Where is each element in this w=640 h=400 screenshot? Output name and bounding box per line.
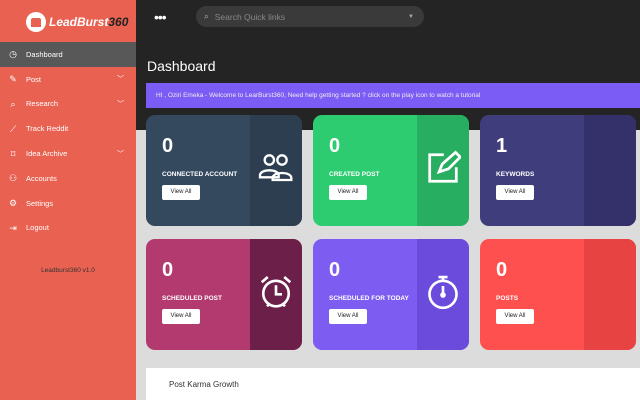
sidebar-item-logout[interactable]: ⇥ Logout	[0, 216, 136, 241]
panel-title: Post Karma Growth	[169, 380, 239, 389]
sidebar-item-research[interactable]: ⌕ Research ﹀	[0, 92, 136, 117]
page-title: Dashboard	[147, 58, 216, 74]
card-icon-area	[250, 115, 302, 226]
sidebar-item-label: Accounts	[26, 173, 57, 183]
card-value: 0	[496, 259, 508, 281]
sidebar: LeadBurst360 ◷ Dashboard ✎ Post ﹀ ⌕ Research…	[0, 0, 136, 400]
card-label: CONNECTED ACCOUNT	[162, 171, 238, 178]
search-placeholder: Search Quick links	[214, 11, 286, 22]
sidebar-item-track-reddit[interactable]: ⟋ Track Reddit	[0, 116, 136, 141]
logo-suffix: 360	[108, 15, 129, 29]
sidebar-item-dashboard[interactable]: ◷ Dashboard	[0, 42, 136, 67]
logo-icon	[26, 12, 46, 32]
view-all-button[interactable]: View All	[329, 185, 367, 200]
sidebar-item-label: Logout	[26, 223, 49, 233]
sidebar-item-accounts[interactable]: ⚇ Accounts	[0, 166, 136, 191]
view-all-button[interactable]: View All	[496, 309, 534, 324]
card-icon-area	[417, 115, 469, 226]
stat-card: 0 CONNECTED ACCOUNT View All	[146, 115, 302, 226]
sidebar-item-label: Settings	[26, 198, 54, 208]
card-label: SCHEDULED POST	[162, 295, 222, 302]
card-label: POSTS	[496, 295, 519, 302]
stat-card: 0 CREATED POST View All	[313, 115, 469, 226]
chevron-down-icon: ﹀	[117, 150, 124, 158]
card-value: 1	[496, 135, 508, 157]
card-value: 0	[329, 135, 341, 157]
sidebar-item-label: Research	[26, 99, 59, 109]
chevron-down-icon: ﹀	[117, 76, 124, 84]
search-icon: ⌕	[10, 98, 16, 109]
search-icon: ⌕	[204, 11, 209, 21]
users-icon: ⚇	[8, 173, 18, 184]
sidebar-item-settings[interactable]: ⚙ Settings	[0, 191, 136, 216]
welcome-banner: HI , Oziri Emeka - Welcome to LearBurst3…	[146, 83, 640, 108]
card-icon	[258, 274, 294, 315]
view-all-button[interactable]: View All	[329, 309, 367, 324]
card-icon	[425, 274, 461, 315]
sidebar-item-label: Track Reddit	[26, 124, 69, 134]
logo[interactable]: LeadBurst360	[26, 12, 128, 32]
card-value: 0	[329, 259, 341, 281]
card-icon-area	[250, 239, 302, 350]
view-all-button[interactable]: View All	[162, 185, 200, 200]
card-value: 0	[162, 135, 174, 157]
card-label: CREATED POST	[329, 171, 380, 178]
trend-icon: ⟋	[9, 123, 17, 134]
card-icon-area	[584, 239, 636, 350]
card-value: 0	[162, 259, 174, 281]
search-input[interactable]: ⌕ Search Quick links ▼	[196, 6, 424, 27]
view-all-button[interactable]: View All	[496, 185, 534, 200]
stat-card: 0 SCHEDULED POST View All	[146, 239, 302, 350]
post-karma-growth-panel: Post Karma Growth	[146, 368, 640, 400]
bookmark-icon: ⌑	[10, 148, 16, 159]
chevron-down-icon: ﹀	[117, 100, 124, 108]
dashboard-icon: ◷	[9, 49, 17, 60]
stat-card: 0 POSTS View All	[480, 239, 636, 350]
view-all-button[interactable]: View All	[162, 309, 200, 324]
sidebar-item-idea-archive[interactable]: ⌑ Idea Archive ﹀	[0, 141, 136, 166]
edit-icon: ✎	[9, 74, 17, 85]
card-label: SCHEDULED FOR TODAY	[329, 295, 409, 302]
card-icon	[258, 150, 294, 191]
card-icon-area	[417, 239, 469, 350]
sidebar-item-label: Idea Archive	[26, 149, 68, 159]
version-label: Leadburst360 v1.0	[41, 267, 95, 274]
sidebar-item-post[interactable]: ✎ Post ﹀	[0, 67, 136, 92]
card-icon	[425, 150, 463, 191]
logo-text: LeadBurst	[49, 15, 109, 29]
stat-card: 1 KEYWORDS View All	[480, 115, 636, 226]
sidebar-item-label: Post	[26, 74, 42, 84]
card-icon-area	[584, 115, 636, 226]
caret-down-icon[interactable]: ▼	[408, 14, 414, 20]
sidebar-nav: ◷ Dashboard ✎ Post ﹀ ⌕ Research ﹀ ⟋ Track Redd…	[0, 42, 136, 240]
logout-icon: ⇥	[9, 222, 17, 233]
more-icon[interactable]: •••	[154, 9, 167, 25]
card-label: KEYWORDS	[496, 171, 535, 178]
sidebar-item-label: Dashboard	[26, 49, 63, 59]
gear-icon: ⚙	[8, 198, 18, 209]
stat-card: 0 SCHEDULED FOR TODAY View All	[313, 239, 469, 350]
